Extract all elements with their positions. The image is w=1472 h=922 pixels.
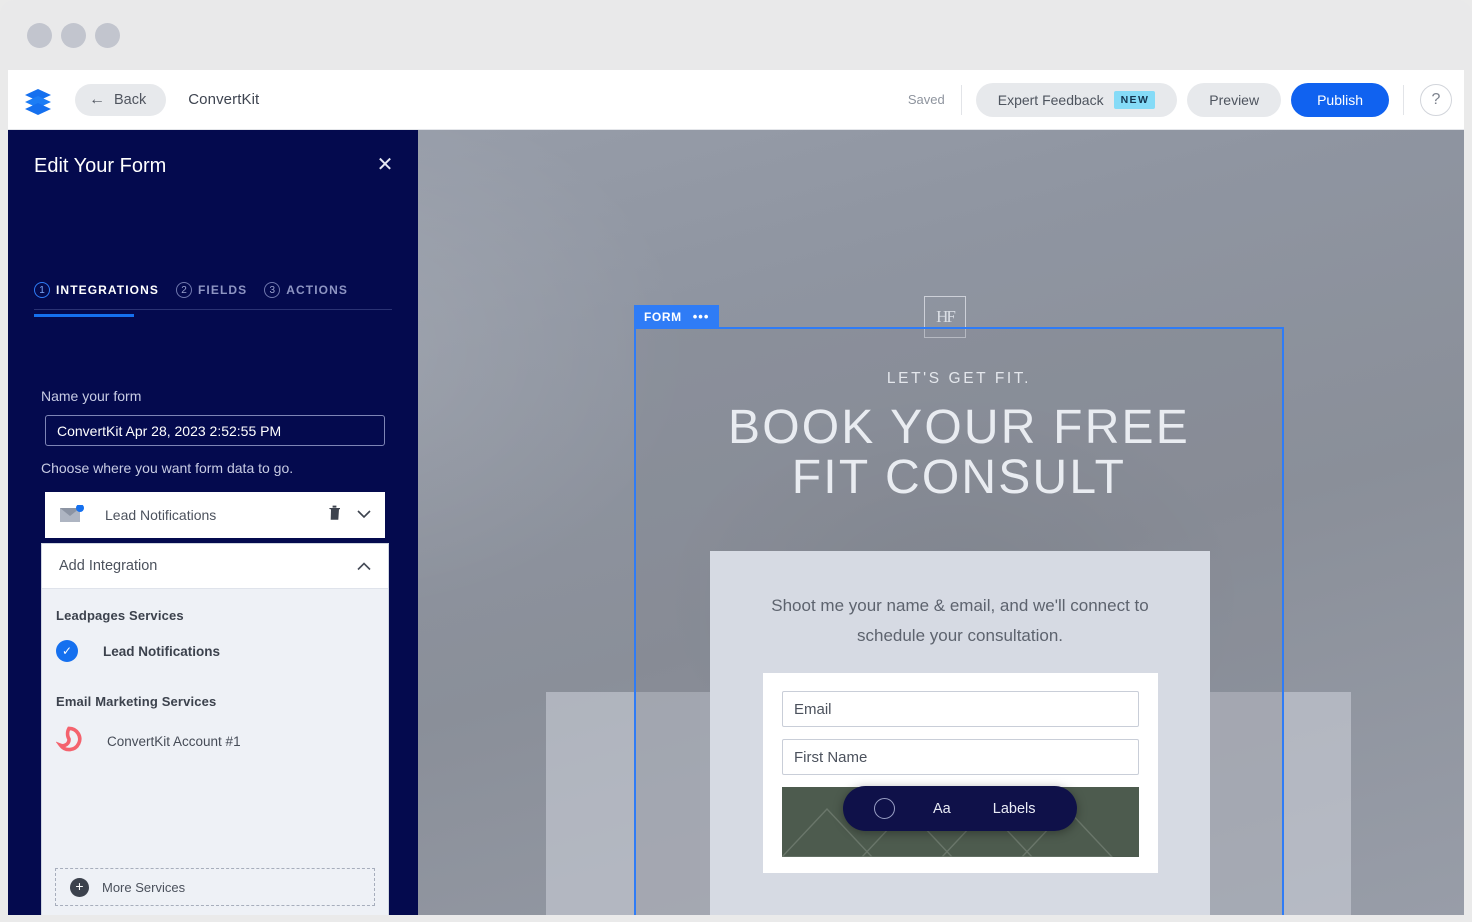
window-titlebar xyxy=(0,0,1472,70)
tab-fields-label: FIELDS xyxy=(197,283,248,297)
trash-icon[interactable] xyxy=(328,505,341,526)
add-integration-header[interactable]: Add Integration xyxy=(42,544,388,589)
convertkit-icon xyxy=(55,726,82,757)
color-swatch-icon[interactable] xyxy=(874,798,895,819)
plus-circle-icon: + xyxy=(70,877,89,897)
app-toolbar: ← Back ConvertKit Saved Expert Feedback … xyxy=(8,70,1464,130)
back-button[interactable]: ← Back xyxy=(75,83,167,116)
form-intro-text: Shoot me your name & email, and we'll co… xyxy=(771,596,1149,645)
hero-eyebrow: LET'S GET FIT. xyxy=(886,370,1032,387)
add-integration-panel: Add Integration Leadpages Services ✓ Lea… xyxy=(41,543,389,915)
expert-feedback-label: Expert Feedback xyxy=(997,91,1104,108)
chevron-down-icon[interactable] xyxy=(357,506,371,524)
save-status: Saved xyxy=(907,92,945,107)
window-minimize-button[interactable] xyxy=(61,23,86,48)
service-convertkit-label: ConvertKit Account #1 xyxy=(107,734,241,749)
group-title-leadpages: Leadpages Services xyxy=(56,608,184,623)
tab-actions-number: 3 xyxy=(264,282,281,298)
window-maximize-button[interactable] xyxy=(95,23,120,48)
edit-form-drawer: Edit Your Form ✕ 1 INTEGRATIONS 2 FIELDS… xyxy=(8,130,418,915)
tab-fields-number: 2 xyxy=(175,282,192,298)
preview-button[interactable]: Preview xyxy=(1187,82,1282,117)
app-frame: ← Back ConvertKit Saved Expert Feedback … xyxy=(8,70,1464,915)
form-card[interactable]: Shoot me your name & email, and we'll co… xyxy=(710,551,1210,915)
close-icon[interactable]: ✕ xyxy=(373,154,397,178)
selected-integration-label: Lead Notifications xyxy=(105,507,217,523)
choose-destination-label: Choose where you want form data to go. xyxy=(41,460,294,476)
tab-integrations-label: INTEGRATIONS xyxy=(56,283,159,297)
leadpages-stack-icon[interactable] xyxy=(21,83,55,117)
service-convertkit-account-1[interactable]: ConvertKit Account #1 xyxy=(42,726,388,757)
new-badge: NEW xyxy=(1113,90,1156,109)
labels-button[interactable]: Labels xyxy=(993,801,1036,817)
envelope-notification-icon xyxy=(59,504,85,525)
back-button-label: Back xyxy=(114,91,147,108)
email-field-placeholder: Email xyxy=(794,700,832,718)
help-label: ? xyxy=(1431,90,1441,108)
group-title-email-marketing: Email Marketing Services xyxy=(56,694,217,709)
chevron-up-icon[interactable] xyxy=(357,559,371,574)
publish-button[interactable]: Publish xyxy=(1291,82,1389,117)
tab-integrations[interactable]: 1 INTEGRATIONS xyxy=(34,282,159,298)
window-controls xyxy=(27,23,120,48)
more-services-label: More Services xyxy=(102,879,186,895)
form-name-input[interactable] xyxy=(45,415,385,446)
font-style-button[interactable]: Aa xyxy=(933,801,951,817)
arrow-left-icon: ← xyxy=(89,90,105,108)
toolbar-divider xyxy=(960,84,962,115)
window-close-button[interactable] xyxy=(27,23,52,48)
tab-actions[interactable]: 3 ACTIONS xyxy=(264,282,348,298)
tab-integrations-number: 1 xyxy=(34,282,50,298)
form-fields-container: Email First Name LET'S CONNECT xyxy=(763,673,1158,873)
form-name-label: Name your form xyxy=(41,388,142,404)
site-logo-text: HF xyxy=(936,307,956,326)
selected-integration-row[interactable]: Lead Notifications xyxy=(45,492,385,538)
expert-feedback-button[interactable]: Expert Feedback NEW xyxy=(975,82,1178,117)
tab-fields[interactable]: 2 FIELDS xyxy=(175,282,248,298)
service-lead-notifications[interactable]: ✓ Lead Notifications xyxy=(42,640,388,662)
form-widget-tag[interactable]: FORM ••• xyxy=(634,305,720,329)
toolbar-actions: Saved Expert Feedback NEW Preview Publis… xyxy=(907,82,1464,117)
active-tab-indicator xyxy=(34,314,134,317)
hero-title-line1: BOOK YOUR FREE xyxy=(727,401,1190,454)
hero-title: BOOK YOUR FREE FIT CONSULT xyxy=(636,403,1282,503)
page-title: ConvertKit xyxy=(188,91,260,108)
check-circle-icon: ✓ xyxy=(56,640,78,662)
first-name-field-placeholder: First Name xyxy=(794,748,868,766)
tab-actions-label: ACTIONS xyxy=(286,283,348,297)
more-services-button[interactable]: + More Services xyxy=(55,868,375,906)
help-icon[interactable]: ? xyxy=(1420,83,1452,116)
email-field[interactable]: Email xyxy=(782,691,1139,727)
service-lead-notifications-label: Lead Notifications xyxy=(103,643,221,659)
hero-title-line2: FIT CONSULT xyxy=(791,451,1127,504)
publish-label: Publish xyxy=(1317,91,1363,108)
drawer-title: Edit Your Form xyxy=(34,155,167,177)
drawer-tabs: 1 INTEGRATIONS 2 FIELDS 3 ACTIONS xyxy=(34,282,392,310)
preview-label: Preview xyxy=(1209,91,1260,108)
form-widget-tag-label: FORM xyxy=(644,310,682,324)
add-integration-label: Add Integration xyxy=(59,558,158,574)
ellipsis-icon[interactable]: ••• xyxy=(693,310,710,323)
form-style-toolbar[interactable]: Aa Labels xyxy=(843,786,1077,831)
first-name-field[interactable]: First Name xyxy=(782,739,1139,775)
